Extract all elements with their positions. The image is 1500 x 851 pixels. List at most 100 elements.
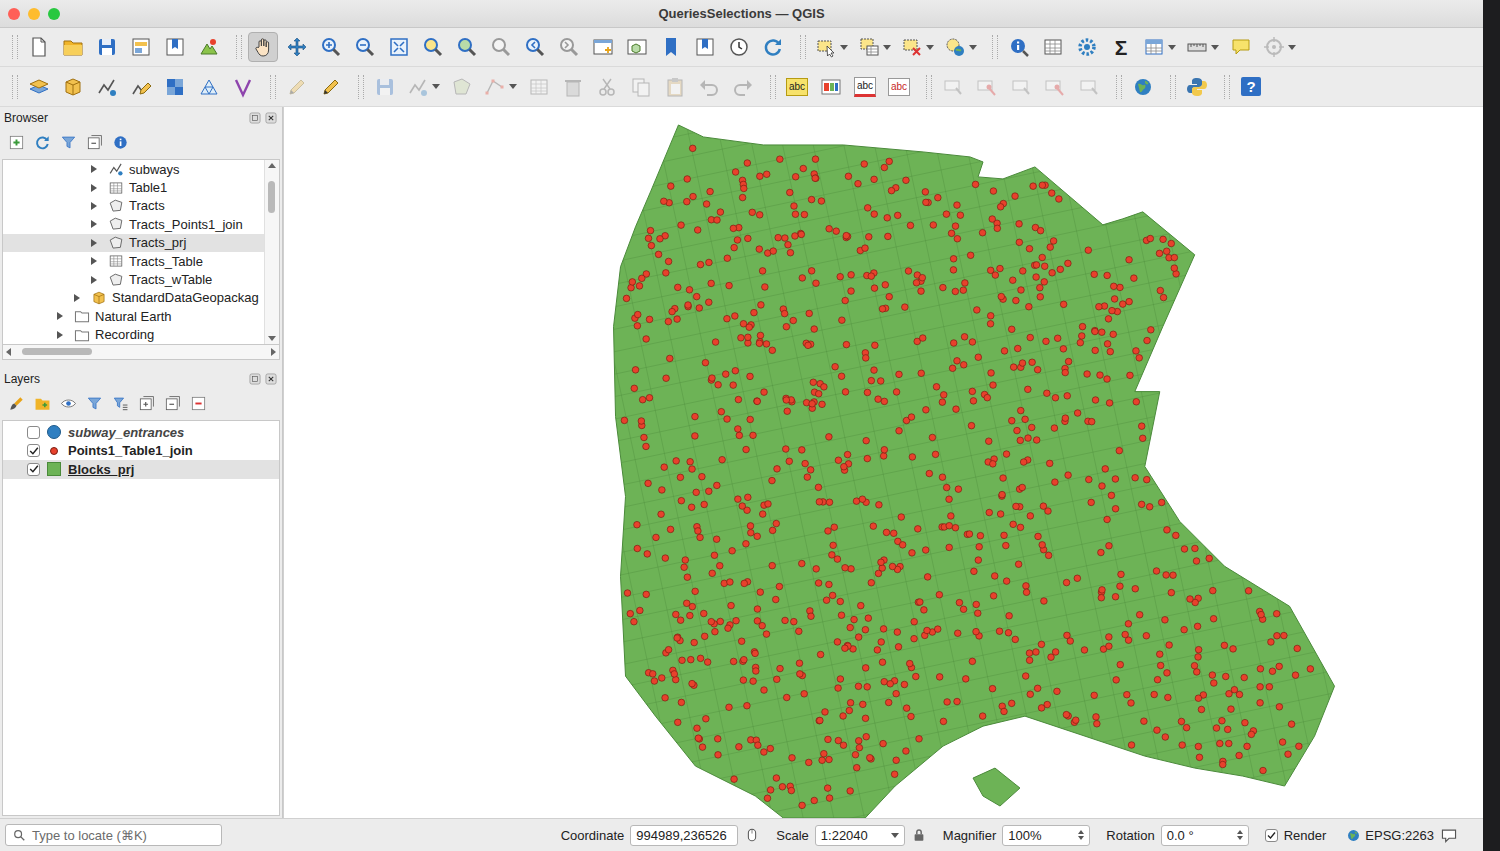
point-marker[interactable] [815,484,822,491]
point-marker[interactable] [826,434,833,441]
point-marker[interactable] [890,530,897,537]
point-marker[interactable] [703,201,710,208]
horizontal-scrollbar[interactable] [2,344,280,360]
float-icon[interactable] [248,372,262,386]
point-marker[interactable] [718,408,725,415]
point-marker[interactable] [966,531,973,538]
point-marker[interactable] [1112,593,1119,600]
point-marker[interactable] [973,628,980,635]
point-marker[interactable] [1107,348,1114,355]
point-marker[interactable] [754,533,761,540]
point-marker[interactable] [862,245,869,252]
point-marker[interactable] [886,293,893,300]
scroll-down-icon[interactable] [268,336,276,341]
point-marker[interactable] [864,684,871,691]
toolbar-button[interactable] [1140,32,1179,62]
point-marker[interactable] [1099,587,1106,594]
point-marker[interactable] [1294,645,1301,652]
point-marker[interactable] [1144,337,1151,344]
point-marker[interactable] [1054,688,1061,695]
point-marker[interactable] [832,363,839,370]
point-marker[interactable] [1179,742,1186,749]
point-marker[interactable] [922,189,929,196]
point-marker[interactable] [903,705,910,712]
point-marker[interactable] [1064,393,1071,400]
point-marker[interactable] [842,389,849,396]
point-marker[interactable] [1195,654,1202,661]
point-marker[interactable] [708,618,715,625]
point-marker[interactable] [1171,265,1178,272]
point-marker[interactable] [775,234,782,241]
point-marker[interactable] [921,607,928,614]
point-marker[interactable] [677,474,684,481]
point-marker[interactable] [807,467,814,474]
point-marker[interactable] [855,683,862,690]
point-marker[interactable] [1138,423,1145,430]
point-marker[interactable] [693,489,700,496]
point-marker[interactable] [783,694,790,701]
toolbar-button[interactable] [588,32,618,62]
point-marker[interactable] [997,204,1004,211]
point-marker[interactable] [689,466,696,473]
expand-arrow-icon[interactable] [91,276,97,284]
point-marker[interactable] [876,502,883,509]
point-marker[interactable] [1273,610,1280,617]
tree-item[interactable]: Table1 [3,178,264,196]
point-marker[interactable] [703,715,710,722]
point-marker[interactable] [674,316,681,323]
point-marker[interactable] [1168,240,1175,247]
point-marker[interactable] [933,383,940,390]
point-marker[interactable] [1065,358,1072,365]
point-marker[interactable] [791,203,798,210]
point-marker[interactable] [744,160,751,167]
point-marker[interactable] [984,394,991,401]
point-marker[interactable] [1156,651,1163,658]
point-marker[interactable] [812,175,819,182]
point-marker[interactable] [985,438,992,445]
point-marker[interactable] [634,521,641,528]
point-marker[interactable] [627,610,634,617]
toolbar-button[interactable] [694,72,724,102]
point-marker[interactable] [709,570,716,577]
point-marker[interactable] [884,215,891,222]
point-marker[interactable] [693,293,700,300]
point-marker[interactable] [773,676,780,683]
point-marker[interactable] [1128,700,1135,707]
point-marker[interactable] [893,389,900,396]
point-marker[interactable] [1181,546,1188,553]
point-marker[interactable] [682,557,689,564]
toolbar-button[interactable] [1226,32,1256,62]
point-marker[interactable] [759,622,766,629]
point-marker[interactable] [996,628,1003,635]
render-checkbox[interactable] [1265,829,1278,842]
point-marker[interactable] [735,396,742,403]
point-marker[interactable] [692,433,699,440]
point-marker[interactable] [1162,617,1169,624]
crs-button[interactable]: EPSG:2263 [1346,828,1434,843]
point-marker[interactable] [648,242,655,249]
point-marker[interactable] [1292,672,1299,679]
point-marker[interactable] [913,673,920,680]
point-marker[interactable] [863,733,870,740]
point-marker[interactable] [1198,706,1205,713]
point-marker[interactable] [691,639,698,646]
point-marker[interactable] [663,270,670,277]
point-marker[interactable] [968,422,975,429]
point-marker[interactable] [695,528,702,535]
point-marker[interactable] [632,367,639,374]
toolbar-button[interactable] [194,72,224,102]
toolbar-handle[interactable] [236,35,242,59]
point-marker[interactable] [787,249,794,256]
point-marker[interactable] [1008,326,1015,333]
point-marker[interactable] [1104,272,1111,279]
point-marker[interactable] [952,288,959,295]
point-marker[interactable] [826,581,833,588]
point-marker[interactable] [894,629,901,636]
point-marker[interactable] [651,678,658,685]
point-marker[interactable] [674,634,681,641]
point-marker[interactable] [868,273,875,280]
point-marker[interactable] [1081,647,1088,654]
point-marker[interactable] [1122,631,1129,638]
point-marker[interactable] [917,599,924,606]
point-marker[interactable] [699,744,706,751]
